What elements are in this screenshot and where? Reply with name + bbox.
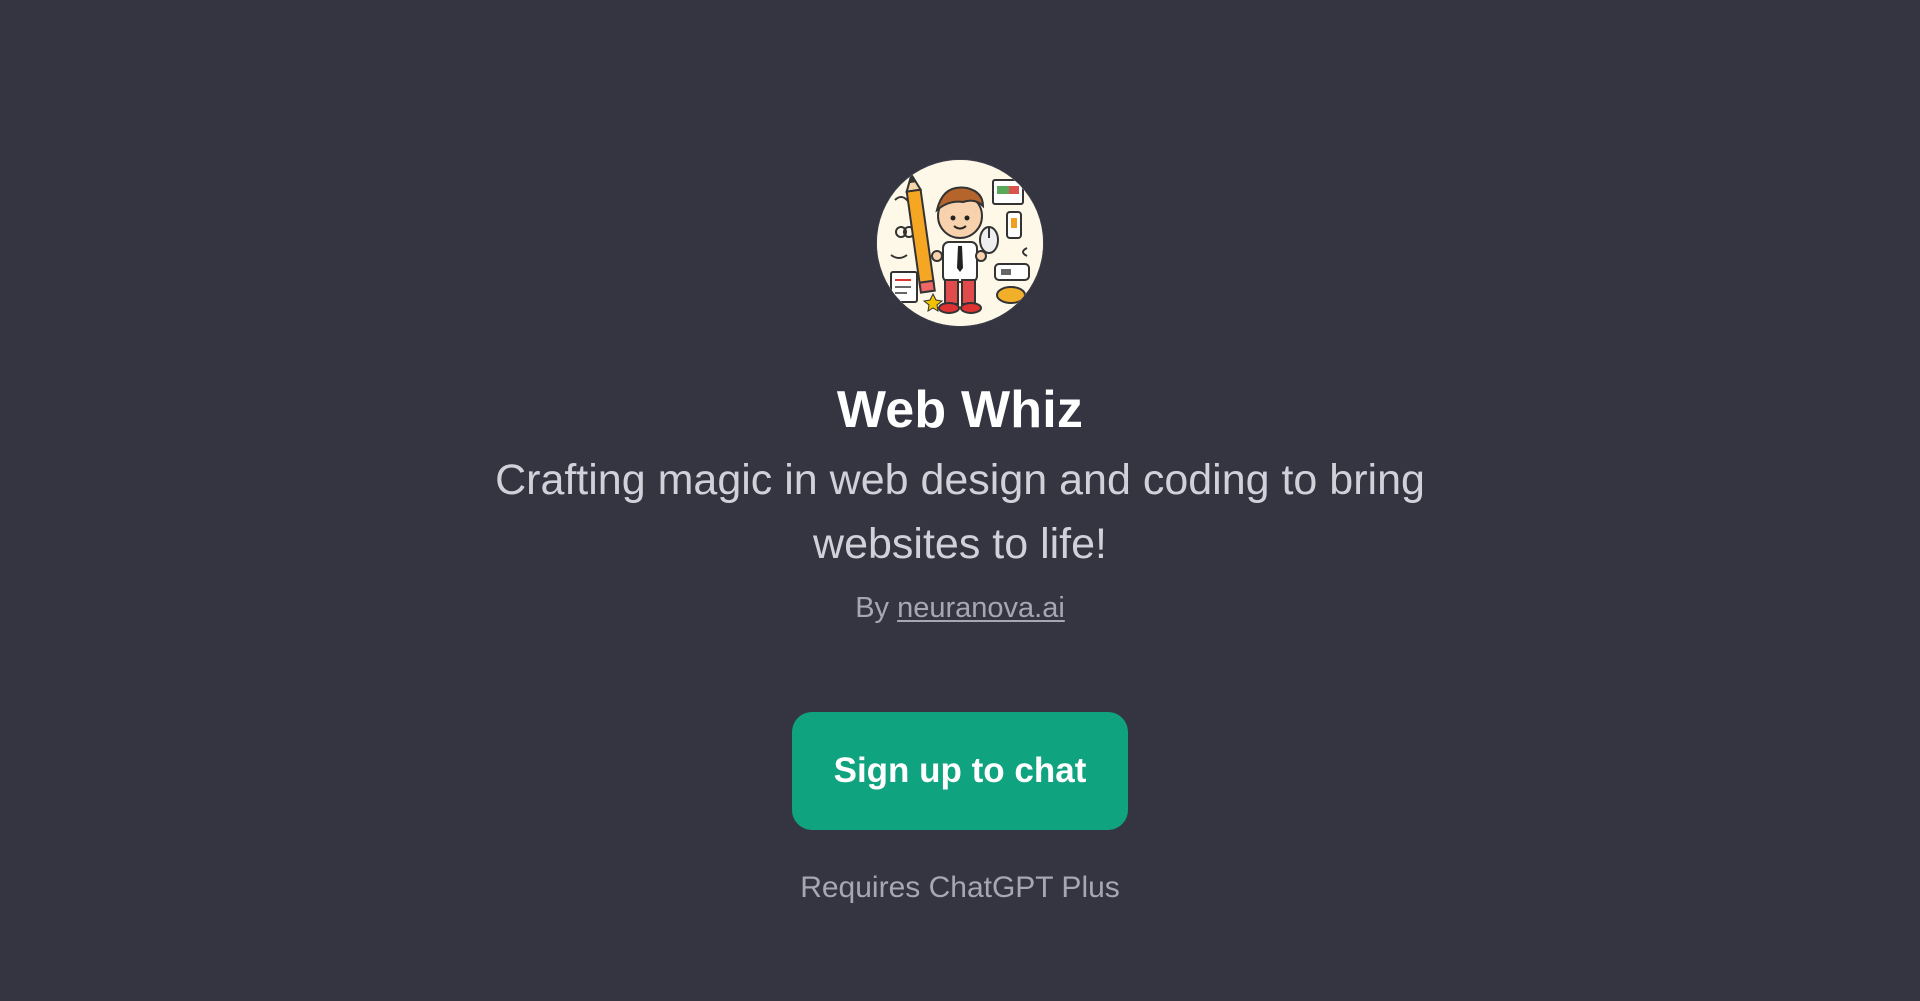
gpt-title: Web Whiz <box>836 381 1084 439</box>
sign-up-to-chat-button[interactable]: Sign up to chat <box>792 712 1128 830</box>
gpt-avatar <box>877 160 1043 326</box>
by-prefix: By <box>855 592 890 624</box>
author-byline: By neuranova.ai <box>855 588 1065 628</box>
web-designer-avatar-icon <box>877 160 1043 326</box>
requires-plus-note: Requires ChatGPT Plus <box>800 871 1120 904</box>
gpt-landing-page: Web Whiz Crafting magic in web design an… <box>0 0 1920 1001</box>
author-link[interactable]: neuranova.ai <box>897 592 1065 624</box>
gpt-description: Crafting magic in web design and coding … <box>495 456 1425 568</box>
